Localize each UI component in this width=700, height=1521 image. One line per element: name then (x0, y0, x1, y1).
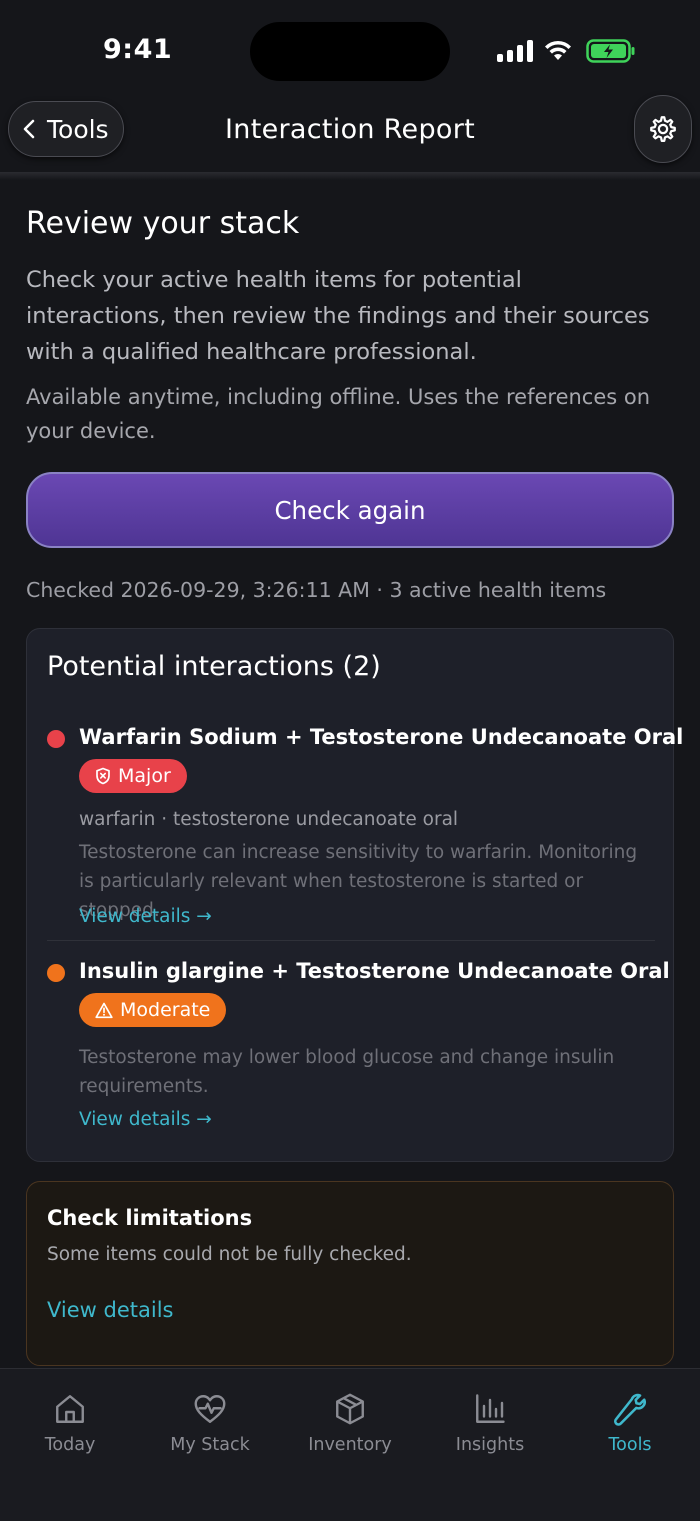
intro-description: Check your active health items for poten… (26, 267, 650, 365)
navigation-header: Tools Interaction Report (0, 90, 700, 172)
tab-insights[interactable]: Insights (430, 1391, 550, 1471)
last-checked-text: Checked 2026-09-29, 3:26:11 AM · 3 activ… (26, 578, 607, 602)
gear-icon (650, 116, 676, 143)
wrench-icon (614, 1393, 646, 1426)
heart-pulse-icon (194, 1395, 226, 1423)
severity-badge: Moderate (79, 993, 227, 1027)
interaction-description: Testosterone may lower blood glucose and… (79, 1047, 615, 1097)
tab-label: Inventory (308, 1435, 392, 1455)
bar-chart-icon (476, 1394, 505, 1423)
status-time: 9:41 (103, 34, 173, 65)
limitations-description: Some items could not be fully checked. (47, 1244, 412, 1265)
severity-dot (47, 964, 65, 982)
interactions-card: Potential interactions (2) Warfarin Sodi… (26, 628, 683, 1162)
warning-triangle-icon (95, 1002, 113, 1018)
tab-label: Today (44, 1435, 96, 1455)
battery-charging-icon (586, 39, 635, 63)
interactions-title: Potential interactions (2) (47, 651, 381, 682)
cellular-signal-icon (497, 40, 533, 62)
view-details-link[interactable]: View details → (79, 906, 212, 927)
tab-tools[interactable]: Tools (570, 1391, 690, 1471)
limitations-title: Check limitations (47, 1206, 253, 1230)
tab-today[interactable]: Today (10, 1391, 130, 1471)
interaction-drugs: warfarin · testosterone undecanoate oral (79, 809, 459, 830)
status-bar: 9:41 (0, 0, 700, 90)
limitations-card: Check limitations Some items could not b… (26, 1181, 674, 1366)
wifi-icon (545, 40, 571, 60)
severity-label: Major (118, 765, 171, 787)
section-title: Review your stack (26, 206, 300, 241)
tab-bar: Today My Stack Inventory Insights Tools (0, 1368, 700, 1521)
limitations-view-details-link[interactable]: View details (47, 1298, 173, 1322)
dynamic-island (250, 22, 450, 81)
tab-inventory[interactable]: Inventory (290, 1391, 410, 1471)
page-title: Interaction Report (225, 114, 475, 145)
shield-alert-icon (96, 767, 110, 785)
interaction-name: Warfarin Sodium + Testosterone Undecanoa… (79, 725, 684, 749)
check-again-button[interactable]: Check again (26, 472, 674, 548)
tab-label: My Stack (170, 1435, 250, 1455)
severity-dot (47, 730, 65, 748)
tab-label: Insights (455, 1435, 525, 1455)
interaction-divider (47, 940, 655, 941)
tab-label: Tools (608, 1435, 652, 1455)
severity-badge: Major (79, 759, 187, 793)
offline-note: Available anytime, including offline. Us… (26, 385, 651, 443)
home-icon (56, 1395, 84, 1423)
severity-label: Moderate (120, 999, 211, 1021)
tab-my-stack[interactable]: My Stack (150, 1391, 270, 1471)
settings-button[interactable] (634, 95, 692, 163)
box-icon (336, 1393, 364, 1425)
interaction-name: Insulin glargine + Testosterone Undecano… (79, 959, 670, 983)
view-details-link[interactable]: View details → (79, 1109, 212, 1130)
header-divider (0, 172, 700, 180)
